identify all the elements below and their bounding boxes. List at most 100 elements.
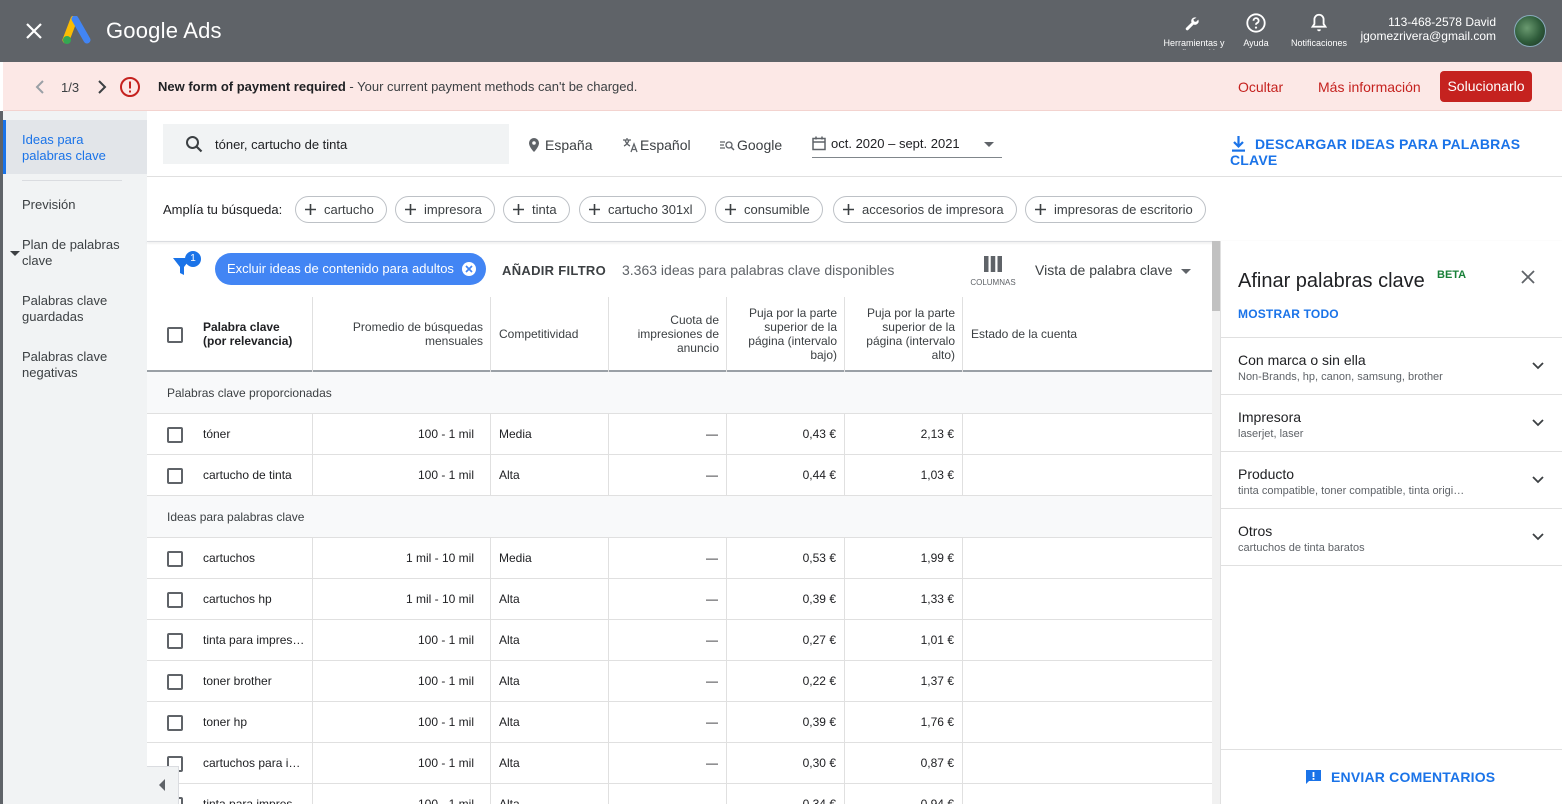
table-row[interactable]: tinta para impres… 100 - 1 mil Alta — 0,… (147, 620, 1212, 661)
row-checkbox[interactable] (167, 633, 183, 649)
network-selector[interactable]: Google (720, 137, 783, 153)
group-title: Otros (1238, 523, 1273, 539)
column-divider (608, 538, 609, 804)
caret-down-icon[interactable] (10, 251, 20, 256)
date-range-selector[interactable]: oct. 2020 – sept. 2021 (812, 128, 1002, 158)
broaden-search-label: Amplía tu búsqueda: (163, 202, 283, 217)
col-header-keyword[interactable]: Palabra clave (por relevancia) (195, 297, 313, 370)
sidebar-item-keyword-plan[interactable]: Plan de palabras clave (22, 237, 132, 269)
chip-label: accesorios de impresora (862, 202, 1004, 217)
table-row[interactable]: cartuchos hp 1 mil - 10 mil Alta — 0,39 … (147, 579, 1212, 620)
broaden-chip[interactable]: tinta (503, 196, 570, 223)
date-range-label: oct. 2020 – sept. 2021 (831, 136, 960, 151)
close-icon[interactable] (1520, 269, 1536, 285)
table-row[interactable]: cartuchos para i… 100 - 1 mil Alta — 0,3… (147, 743, 1212, 784)
fix-button[interactable]: Solucionarlo (1440, 71, 1532, 102)
broaden-chip[interactable]: consumible (715, 196, 823, 223)
account-id: 113-468-2578 David (1388, 15, 1496, 29)
table-row[interactable]: toner hp 100 - 1 mil Alta — 0,39 € 1,76 … (147, 702, 1212, 743)
plus-icon (513, 204, 524, 215)
scrollbar[interactable] (1212, 241, 1220, 804)
google-ads-logo-icon (62, 16, 91, 44)
broaden-chip[interactable]: impresora (395, 196, 495, 223)
cell-keyword: tinta para impres… (203, 797, 305, 804)
cell-bid-high: 1,03 € (920, 468, 954, 482)
col-header-competition[interactable]: Competitividad (491, 297, 609, 370)
avatar[interactable] (1514, 15, 1546, 47)
view-selector[interactable]: Vista de palabra clave (1035, 262, 1191, 278)
more-info-link[interactable]: Más información (1318, 79, 1421, 95)
select-all-checkbox[interactable] (167, 327, 183, 343)
cell-bid-low: 0,43 € (802, 427, 836, 441)
group-subtitle: cartuchos de tinta baratos (1238, 542, 1365, 554)
columns-button[interactable]: COLUMNAS (970, 256, 1016, 287)
table-row[interactable]: tinta para impres… 100 - 1 mil Alta — 0,… (147, 784, 1212, 804)
send-feedback-button[interactable]: ENVIAR COMENTARIOS (1305, 769, 1495, 785)
sidebar-item-forecast[interactable]: Previsión (22, 197, 132, 213)
table-row[interactable]: tóner 100 - 1 mil Media — 0,43 € 2,13 € (147, 414, 1212, 455)
chevron-down-icon[interactable] (1531, 418, 1545, 428)
add-filter-button[interactable]: AÑADIR FILTRO (502, 263, 606, 278)
broaden-chip[interactable]: impresoras de escritorio (1025, 196, 1206, 223)
refine-group-brand[interactable]: Con marca o sin ella Non-Brands, hp, can… (1238, 352, 1443, 383)
notifications-button[interactable]: Notificaciones (1284, 12, 1354, 48)
language-selector[interactable]: Español (623, 137, 691, 153)
sidebar-item-negative-keywords[interactable]: Palabras clave negativas (22, 349, 132, 381)
row-checkbox[interactable] (167, 715, 183, 731)
hide-link[interactable]: Ocultar (1238, 79, 1283, 95)
row-checkbox[interactable] (167, 592, 183, 608)
account-info[interactable]: 113-468-2578 David jgomezrivera@gmail.co… (1360, 15, 1496, 43)
column-divider (312, 414, 313, 496)
cell-avg-searches: 100 - 1 mil (417, 427, 474, 441)
tools-button[interactable]: Herramientas y configuración (1159, 12, 1229, 50)
cell-bid-low: 0,30 € (802, 756, 836, 770)
download-keyword-ideas-button[interactable]: DESCARGAR IDEAS PARA PALABRAS CLAVE (1230, 136, 1562, 168)
chevron-left-icon[interactable] (33, 79, 47, 95)
row-checkbox[interactable] (167, 468, 183, 484)
row-checkbox[interactable] (167, 674, 183, 690)
col-header-avg-searches[interactable]: Promedio de búsquedas mensuales (313, 297, 491, 370)
collapse-sidebar-button[interactable] (147, 766, 179, 804)
chevron-down-icon[interactable] (1531, 475, 1545, 485)
search-network-icon (720, 141, 735, 151)
broaden-chip[interactable]: accesorios de impresora (833, 196, 1017, 223)
adult-content-filter-chip[interactable]: Excluir ideas de contenido para adultos (215, 253, 486, 285)
chevron-down-icon[interactable] (1531, 361, 1545, 371)
table-row[interactable]: cartuchos 1 mil - 10 mil Media — 0,53 € … (147, 538, 1212, 579)
cell-competition: Alta (499, 715, 520, 729)
refine-group-others[interactable]: Otros cartuchos de tinta baratos (1238, 523, 1365, 554)
help-button[interactable]: Ayuda (1221, 12, 1291, 48)
chevron-right-icon[interactable] (95, 79, 109, 95)
remove-filter-icon[interactable] (461, 261, 477, 277)
columns-icon (984, 256, 1002, 272)
row-checkbox[interactable] (167, 427, 183, 443)
cell-impression-share: — (706, 756, 718, 770)
plus-icon (725, 204, 736, 215)
table-row[interactable]: toner brother 100 - 1 mil Alta — 0,22 € … (147, 661, 1212, 702)
cell-avg-searches: 100 - 1 mil (417, 633, 474, 647)
sidebar-item-saved-keywords[interactable]: Palabras clave guardadas (22, 293, 132, 325)
refine-group-printer[interactable]: Impresora laserjet, laser (1238, 409, 1303, 440)
col-header-bid-low[interactable]: Puja por la parte superior de la página … (727, 297, 845, 370)
col-header-impression-share[interactable]: Cuota de impresiones de anuncio (609, 297, 727, 370)
refine-group-product[interactable]: Producto tinta compatible, toner compati… (1238, 466, 1464, 497)
filter-chip-label: Excluir ideas de contenido para adultos (227, 261, 454, 276)
sidebar-item-keyword-ideas[interactable]: Ideas para palabras clave (22, 132, 132, 164)
col-header-account-status[interactable]: Estado de la cuenta (963, 297, 1163, 370)
scrollbar-thumb[interactable] (1212, 241, 1220, 311)
row-checkbox[interactable] (167, 551, 183, 567)
location-selector[interactable]: España (529, 137, 593, 153)
col-header-bid-high[interactable]: Puja por la parte superior de la página … (845, 297, 963, 370)
column-divider (490, 538, 491, 804)
show-all-button[interactable]: MOSTRAR TODO (1238, 307, 1339, 321)
network-label: Google (737, 137, 783, 153)
location-label: España (545, 137, 593, 153)
keyword-search-input[interactable]: tóner, cartucho de tinta (163, 124, 509, 164)
table-row[interactable]: cartucho de tinta 100 - 1 mil Alta — 0,4… (147, 455, 1212, 496)
cell-impression-share: — (706, 674, 718, 688)
close-icon[interactable] (22, 19, 46, 43)
plus-icon (405, 204, 416, 215)
chevron-down-icon[interactable] (1531, 532, 1545, 542)
broaden-chip[interactable]: cartucho (295, 196, 387, 223)
broaden-chip[interactable]: cartucho 301xl (579, 196, 706, 223)
